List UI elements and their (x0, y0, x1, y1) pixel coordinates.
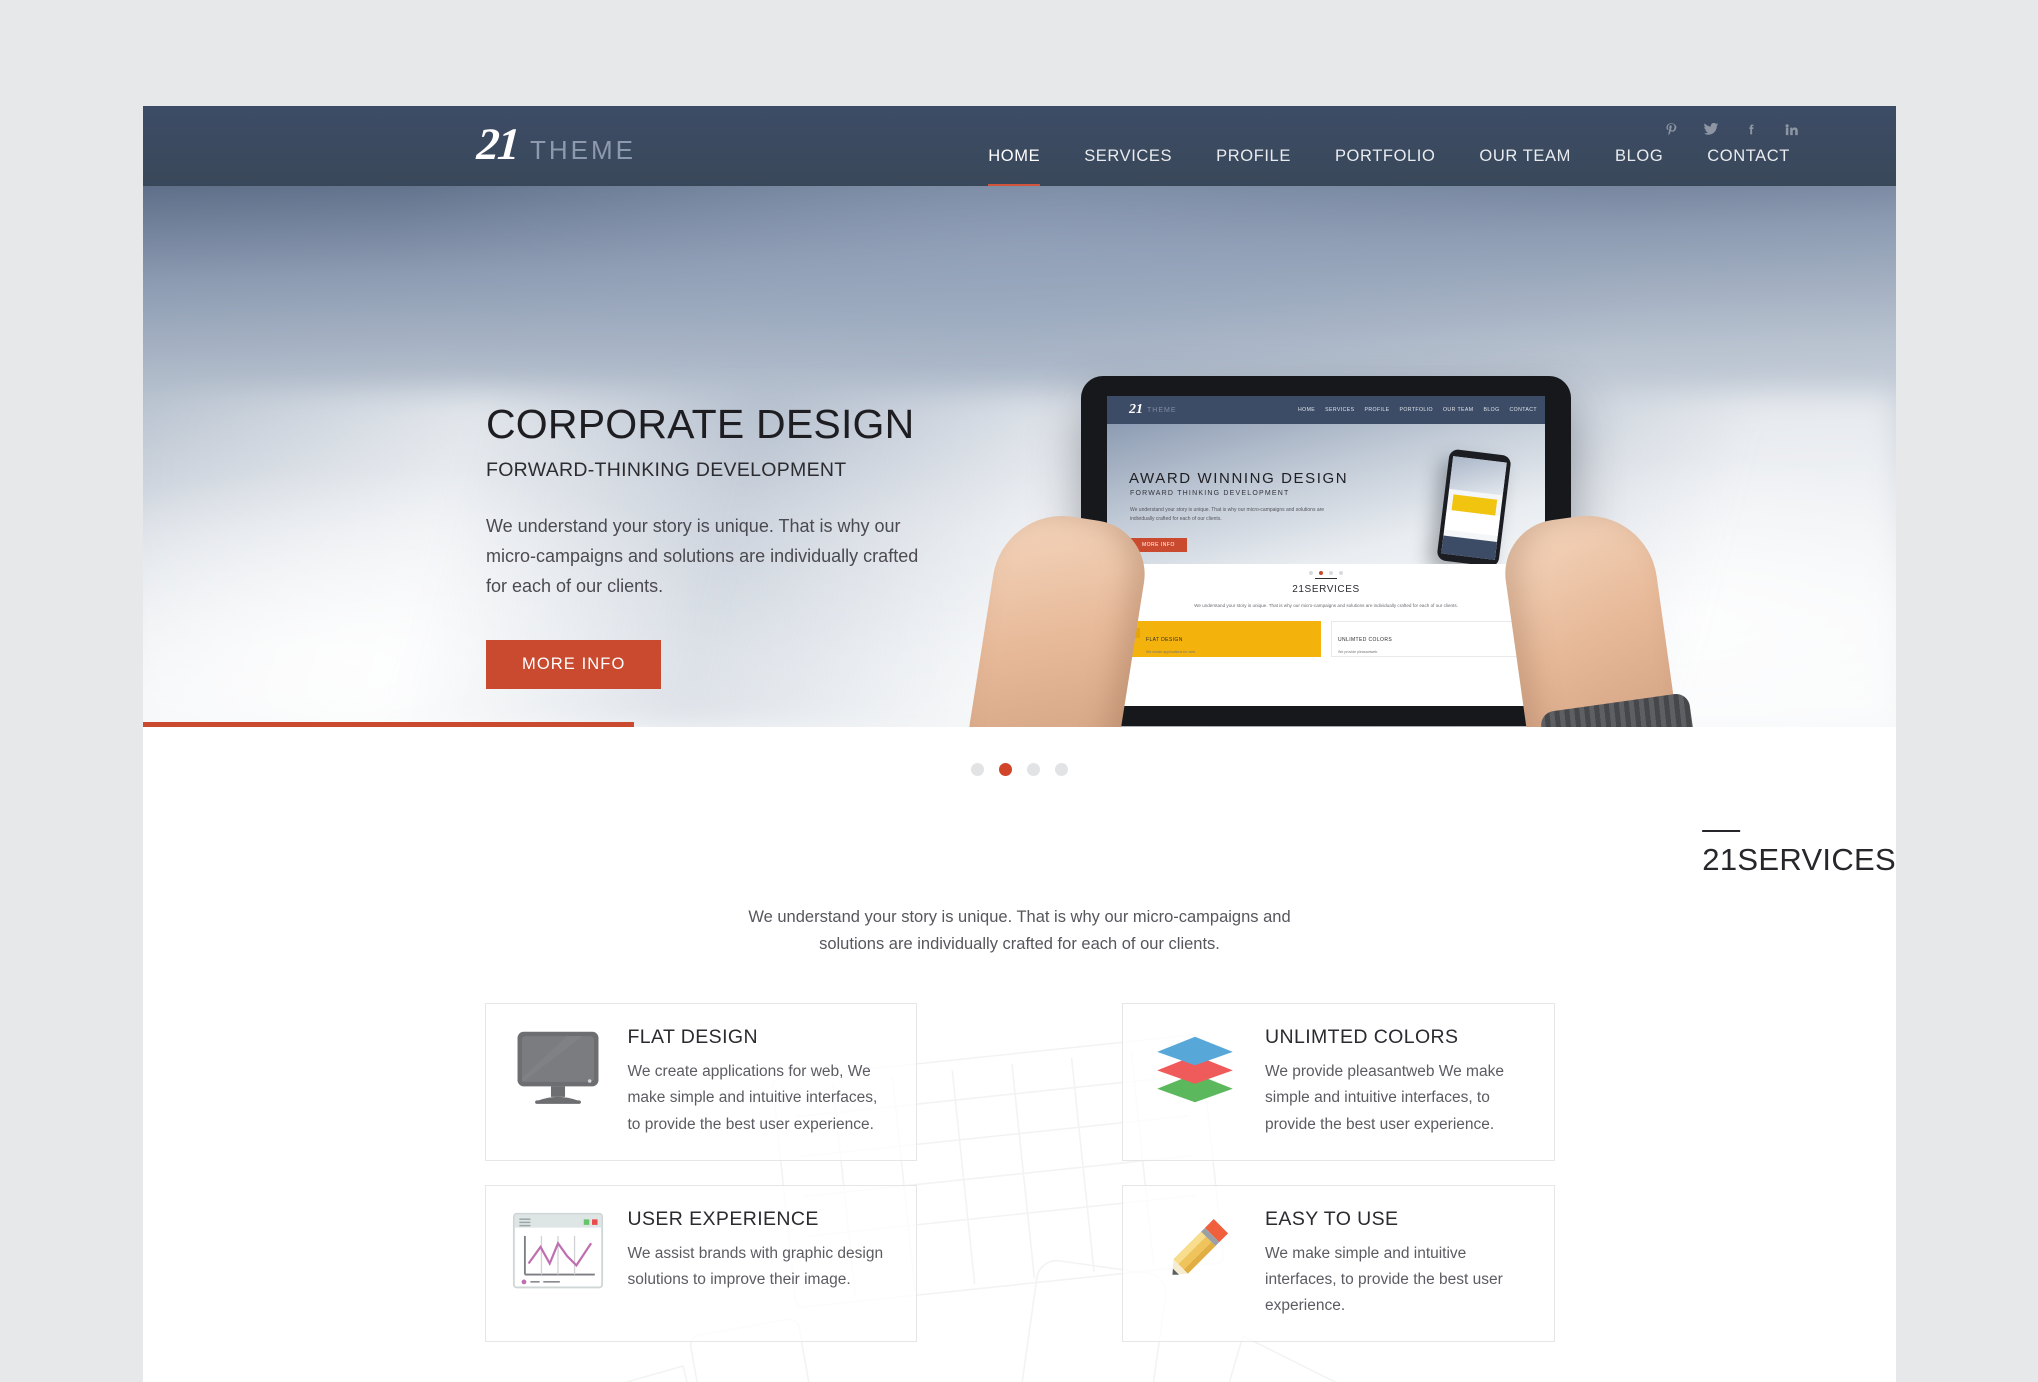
carousel-dot-4[interactable] (1055, 763, 1068, 776)
monitor-icon (510, 1026, 606, 1137)
tablet-dot-2 (1319, 571, 1323, 575)
hero-title: CORPORATE DESIGN (486, 401, 915, 447)
tablet-dot-3 (1329, 571, 1333, 575)
more-info-button[interactable]: MORE INFO (486, 639, 662, 689)
tablet-card-one-text: We create applications for web. (1146, 649, 1197, 654)
service-card-title: FLAT DESIGN (627, 1026, 758, 1049)
site-header: 21 THEME HOME SERVICES PROFILE PORTFOLIO… (143, 106, 1896, 188)
tablet-service-cards: FLAT DESIGN We create applications for w… (1107, 611, 1545, 657)
hero-slider: CORPORATE DESIGN FORWARD-THINKING DEVELO… (143, 186, 1896, 727)
service-card-body: FLAT DESIGN We create applications for w… (628, 1026, 893, 1137)
service-card-flat-design[interactable]: FLAT DESIGN We create applications for w… (484, 1003, 917, 1161)
carousel-dot-1[interactable] (971, 763, 984, 776)
tablet-card-two-title: UNLIMTED COLORS (1338, 636, 1393, 643)
service-card-body: UNLIMTED COLORS We provide pleasantweb W… (1265, 1026, 1530, 1137)
social-links (1662, 120, 1800, 138)
tablet-card-two-text: We provide pleasantweb. (1338, 649, 1379, 654)
nav-item-profile[interactable]: PROFILE (1194, 147, 1313, 188)
tablet-hero-title: AWARD WINNING DESIGN (1129, 470, 1349, 487)
pencil-icon (1147, 1208, 1243, 1319)
service-card-text: We create applications for web, We make … (627, 1063, 878, 1133)
logo-wordmark: THEME (530, 135, 636, 165)
layers-icon (1147, 1026, 1243, 1137)
hero-progress-bar (143, 722, 634, 727)
main-navigation: HOME SERVICES PROFILE PORTFOLIO OUR TEAM… (966, 147, 1812, 188)
service-card-text: We assist brands with graphic design sol… (627, 1244, 884, 1288)
linkedin-icon[interactable] (1782, 120, 1800, 138)
tablet-carousel-dots (1107, 564, 1545, 578)
carousel-dots (143, 727, 1896, 776)
tablet-hero-paragraph: We understand your story is unique. That… (1130, 507, 1325, 522)
tablet-dot-4 (1339, 571, 1343, 575)
phone-screen (1441, 456, 1507, 560)
tablet-nav-profile: PROFILE (1364, 407, 1390, 413)
tablet-nav-portfolio: PORTFOLIO (1399, 407, 1433, 413)
facebook-icon[interactable] (1742, 120, 1760, 138)
carousel-dot-2[interactable] (999, 763, 1012, 776)
tablet-nav-our-team: OUR TEAM (1442, 407, 1474, 413)
services-title-wrap: 21SERVICES (143, 830, 1896, 878)
service-card-unlimited-colors[interactable]: UNLIMTED COLORS We provide pleasantweb W… (1122, 1003, 1555, 1161)
service-card-title: UNLIMTED COLORS (1265, 1026, 1459, 1049)
tablet-services-subtitle: We understand your story is unique. That… (1194, 603, 1458, 608)
service-card-text: We make simple and intuitive interfaces,… (1265, 1244, 1503, 1314)
tablet-hero-subtitle: FORWARD THINKING DEVELOPMENT (1130, 490, 1290, 497)
hero-subtitle: FORWARD-THINKING DEVELOPMENT (486, 459, 847, 482)
service-card-body: EASY TO USE We make simple and intuitive… (1265, 1208, 1530, 1319)
hero-copy: CORPORATE DESIGN FORWARD-THINKING DEVELO… (486, 401, 926, 689)
tablet-card-flat-design: FLAT DESIGN We create applications for w… (1121, 620, 1321, 657)
tablet-logo-mark: 21 (1129, 402, 1143, 417)
hero-paragraph: We understand your story is unique. That… (486, 516, 919, 596)
services-card-grid: FLAT DESIGN We create applications for w… (484, 1003, 1555, 1342)
services-title: 21SERVICES (1702, 830, 1896, 878)
tablet-nav-services: SERVICES (1325, 407, 1355, 413)
logo-mark: 21 (475, 119, 520, 169)
phone-mockup (1436, 448, 1512, 564)
tablet-mockup: 21 THEME HOME SERVICES PROFILE PORTFOLIO… (1081, 376, 1571, 726)
tablet-card-unlimited-colors: UNLIMTED COLORS We provide pleasantweb. (1331, 620, 1531, 657)
tablet-nav: 21 THEME HOME SERVICES PROFILE PORTFOLIO… (1107, 396, 1545, 424)
services-subtitle: We understand your story is unique. That… (748, 908, 1291, 953)
twitter-icon[interactable] (1702, 120, 1720, 138)
nav-item-portfolio[interactable]: PORTFOLIO (1313, 147, 1457, 188)
carousel-dot-3[interactable] (1027, 763, 1040, 776)
tablet-nav-contact: CONTACT (1509, 407, 1537, 413)
site-logo[interactable]: 21 THEME (475, 119, 636, 169)
service-card-title: EASY TO USE (1265, 1207, 1399, 1230)
tablet-dot-1 (1309, 571, 1313, 575)
services-section: 21SERVICES We understand your story is u… (143, 776, 1896, 1382)
tablet-hero: AWARD WINNING DESIGN FORWARD THINKING DE… (1107, 424, 1545, 564)
tablet-nav-home: HOME (1297, 407, 1316, 413)
nav-item-our-team[interactable]: OUR TEAM (1457, 147, 1593, 188)
tablet-screen: 21 THEME HOME SERVICES PROFILE PORTFOLIO… (1107, 396, 1545, 706)
nav-item-contact[interactable]: CONTACT (1685, 147, 1812, 188)
tablet-nav-blog: BLOG (1483, 407, 1500, 413)
tablet-logo-word: THEME (1147, 406, 1177, 414)
tablet-menu: HOME SERVICES PROFILE PORTFOLIO OUR TEAM… (1298, 407, 1537, 413)
site-page: 21 THEME HOME SERVICES PROFILE PORTFOLIO… (143, 106, 1896, 1382)
service-card-easy-to-use[interactable]: EASY TO USE We make simple and intuitive… (1122, 1184, 1555, 1342)
browser-chart-icon (510, 1208, 606, 1319)
pinterest-icon[interactable] (1662, 120, 1680, 138)
nav-item-blog[interactable]: BLOG (1593, 147, 1685, 188)
tablet-services-title: 21SERVICES (1107, 578, 1545, 595)
tablet-card-one-title: FLAT DESIGN (1146, 636, 1183, 643)
service-card-title: USER EXPERIENCE (627, 1207, 819, 1230)
service-card-body: USER EXPERIENCE We assist brands with gr… (628, 1208, 893, 1319)
nav-item-services[interactable]: SERVICES (1062, 147, 1194, 188)
nav-item-home[interactable]: HOME (966, 147, 1062, 188)
service-card-text: We provide pleasantweb We make simple an… (1265, 1063, 1504, 1133)
service-card-user-experience[interactable]: USER EXPERIENCE We assist brands with gr… (484, 1184, 917, 1342)
